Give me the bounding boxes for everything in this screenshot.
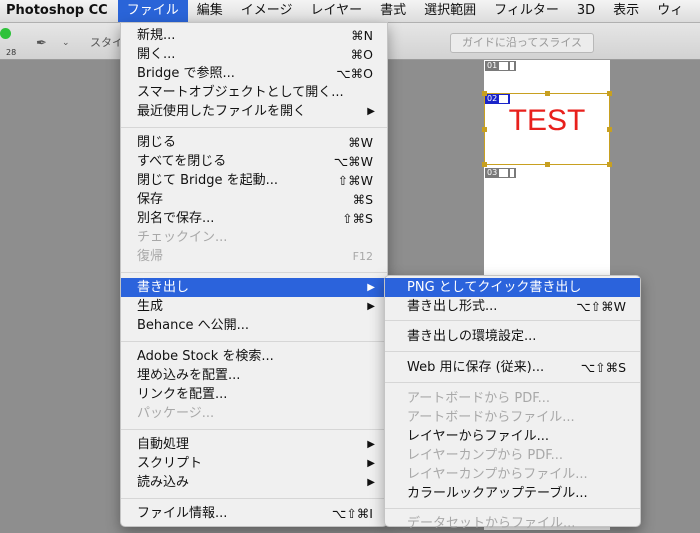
menu-view[interactable]: 表示 [604,0,648,22]
menu-item-revert: 復帰 F12 [137,249,373,264]
menu-item-close[interactable]: 閉じる ⌘W [121,133,387,152]
image-slice-icon [499,95,509,103]
menu-item-export[interactable]: 書き出し ▶ [121,278,387,297]
menu-item-artboards-to-pdf: アートボードから PDF... [407,391,550,406]
menu-separator [121,498,387,499]
menu-separator [385,320,640,321]
menu-file[interactable]: ファイル [117,0,188,22]
link-icon [510,169,515,177]
menu-filter[interactable]: フィルター [485,0,568,22]
image-slice-icon [499,169,509,177]
menu-item-color-lookup-tables[interactable]: カラールックアップテーブル... [385,484,640,503]
menu-item-layer-comps-to-files: レイヤーカンプからファイル... [407,467,588,482]
menu-item-open-recent[interactable]: 最近使用したファイルを開く ▶ [121,102,387,121]
selection-handle[interactable] [545,162,550,167]
link-icon [510,62,515,70]
menu-item-search-adobe-stock[interactable]: Adobe Stock を検索... [121,347,387,366]
menu-item-package: パッケージ... [137,406,215,421]
menu-item-close-go-bridge[interactable]: 閉じて Bridge を起動... ⇧⌘W [121,171,387,190]
export-submenu: PNG としてクイック書き出し 書き出し形式... ⌥⇧⌘W 書き出しの環境設定.… [384,275,641,531]
menubar: Photoshop CC ファイル 編集 イメージ レイヤー 書式 選択範囲 フ… [0,0,700,23]
menu-item-export-as[interactable]: 書き出し形式... ⌥⇧⌘W [385,297,640,316]
menu-item-automate[interactable]: 自動処理 ▶ [121,435,387,454]
menu-item-layers-to-files[interactable]: レイヤーからファイル... [385,427,640,446]
slice-tag-03[interactable]: 03 [485,168,517,178]
menu-item-export-preferences[interactable]: 書き出しの環境設定... [385,327,640,346]
menu-separator [121,341,387,342]
submenu-arrow-icon: ▶ [367,439,375,450]
menu-item-data-sets-to-files: データセットからファイル... [407,516,576,531]
menu-edit[interactable]: 編集 [188,0,232,22]
menu-item-save-as[interactable]: 別名で保存... ⇧⌘S [121,209,387,228]
selection-handle[interactable] [482,91,487,96]
menu-item-close-all[interactable]: すべてを閉じる ⌥⌘W [121,152,387,171]
submenu-arrow-icon: ▶ [367,458,375,469]
selection-handle[interactable] [545,91,550,96]
menu-item-import[interactable]: 読み込み ▶ [121,473,387,492]
selection-handle[interactable] [607,91,612,96]
slices-from-guides-button[interactable]: ガイドに沿ってスライス [450,33,594,53]
menu-item-save[interactable]: 保存 ⌘S [121,190,387,209]
menu-item-quick-export-png[interactable]: PNG としてクイック書き出し [385,278,640,297]
menu-item-generate[interactable]: 生成 ▶ [121,297,387,316]
menu-separator [385,382,640,383]
menu-item-save-for-web[interactable]: Web 用に保存 (従来)... ⌥⇧⌘S [385,358,640,377]
style-label: スタイ [90,36,123,49]
menu-separator [121,429,387,430]
menu-separator [121,272,387,273]
slice-tag-01[interactable]: 01 [485,61,517,71]
image-slice-icon [499,62,509,70]
menu-item-check-in: チェックイン... [137,230,228,245]
submenu-arrow-icon: ▶ [367,301,375,312]
menu-separator [385,508,640,509]
chevron-down-icon[interactable]: ⌄ [62,38,70,48]
file-menu: 新規... ⌘N 開く... ⌘O Bridge で参照... ⌥⌘O スマートオブジ… [120,22,388,527]
submenu-arrow-icon: ▶ [367,477,375,488]
menu-layer[interactable]: レイヤー [301,0,371,22]
app-menu[interactable]: Photoshop CC [0,0,118,22]
menu-item-browse-bridge[interactable]: Bridge で参照... ⌥⌘O [121,64,387,83]
menu-separator [385,351,640,352]
menu-item-scripts[interactable]: スクリプト ▶ [121,454,387,473]
menu-3d[interactable]: 3D [568,0,604,22]
menu-item-share-behance[interactable]: Behance へ公開... [121,316,387,335]
menu-item-layer-comps-to-pdf: レイヤーカンプから PDF... [407,448,563,463]
slice-tag-02[interactable]: 02 [485,94,511,104]
menu-item-new[interactable]: 新規... ⌘N [121,26,387,45]
ruler-number: 28 [6,48,17,57]
slice-tool-icon[interactable]: ✒ [36,36,47,51]
canvas-text-layer[interactable]: TEST [484,104,610,138]
menu-item-file-info[interactable]: ファイル情報... ⌥⇧⌘I [121,504,387,523]
menu-item-place-embedded[interactable]: 埋め込みを配置... [121,366,387,385]
window-zoom-button[interactable] [0,28,11,39]
menu-type[interactable]: 書式 [371,0,415,22]
selection-handle[interactable] [607,162,612,167]
menu-item-open[interactable]: 開く... ⌘O [121,45,387,64]
menu-item-open-smart-object[interactable]: スマートオブジェクトとして開く... [121,83,387,102]
submenu-arrow-icon: ▶ [367,282,375,293]
menu-window[interactable]: ウィ [648,0,692,22]
menu-item-artboards-to-files: アートボードからファイル... [407,410,575,425]
menu-item-place-linked[interactable]: リンクを配置... [121,385,387,404]
menu-select[interactable]: 選択範囲 [415,0,485,22]
submenu-arrow-icon: ▶ [367,106,375,117]
menu-separator [121,127,387,128]
menu-image[interactable]: イメージ [232,0,302,22]
selection-handle[interactable] [482,162,487,167]
